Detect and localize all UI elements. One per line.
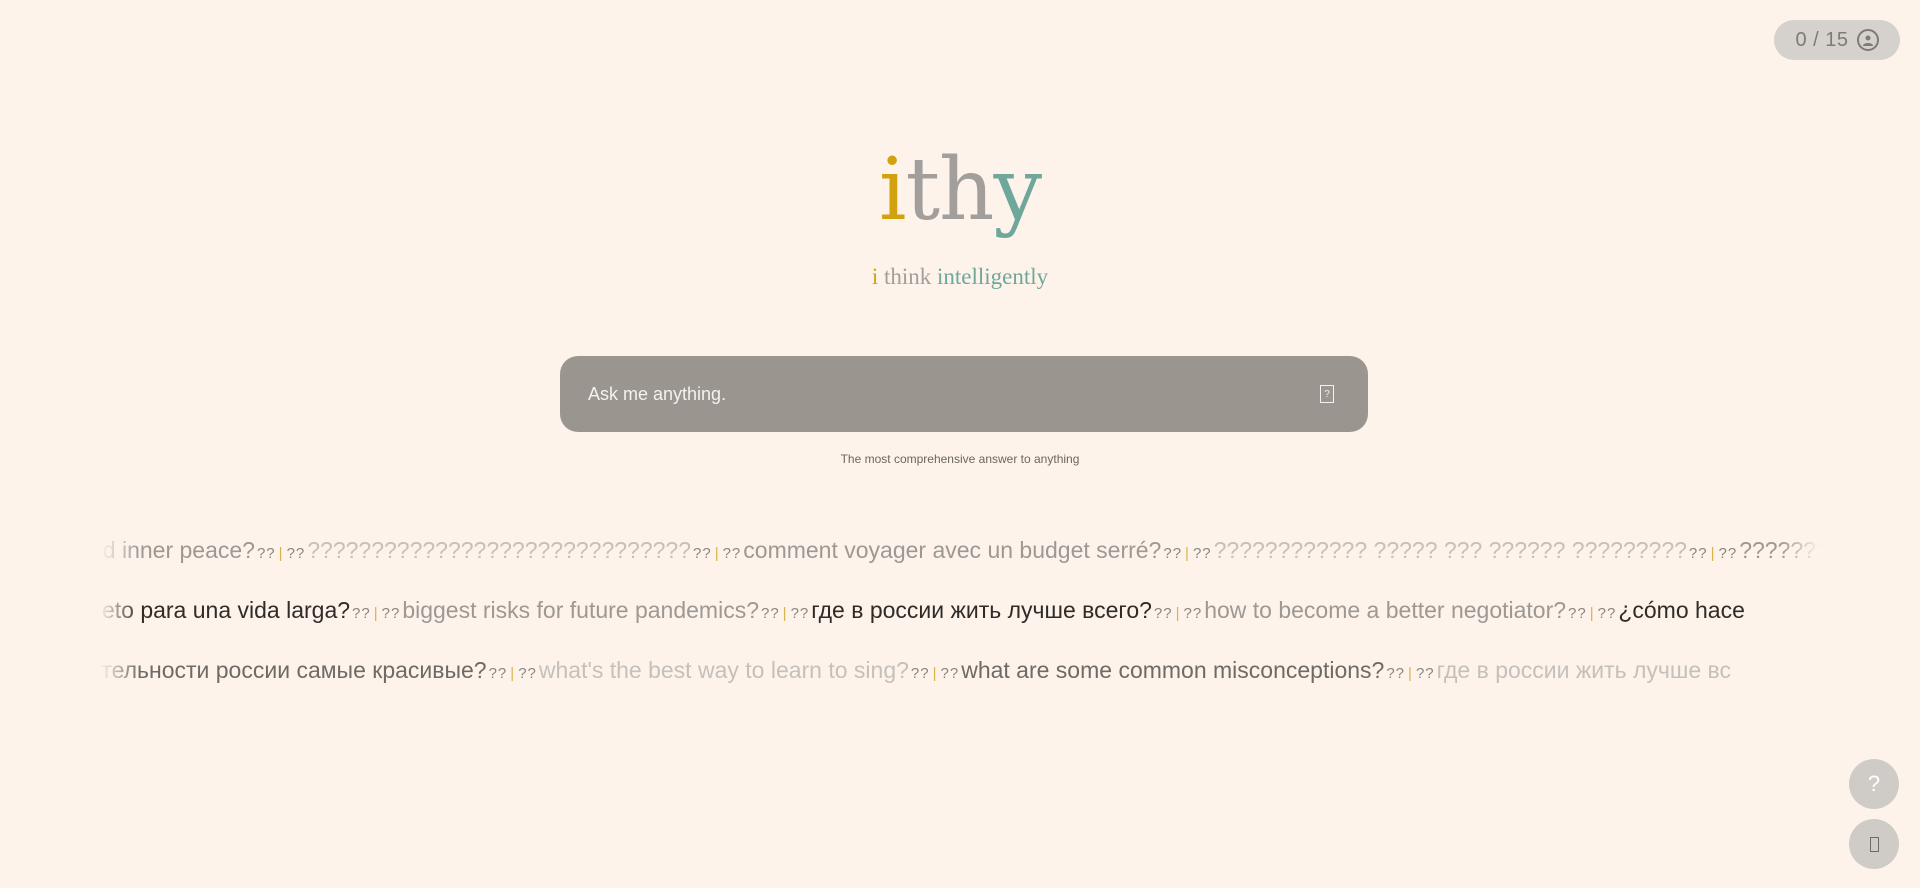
tagline-i: i <box>871 264 879 289</box>
example-question[interactable]: ¿cómo hace <box>1618 597 1745 623</box>
separator-icon: ?? |?? <box>910 665 960 682</box>
example-question[interactable]: где в россии жить лучше вс <box>1437 657 1731 683</box>
search-box[interactable]: ? <box>560 356 1368 432</box>
separator-icon: ?? |?? <box>1568 605 1617 622</box>
logo-letters-th: th <box>905 140 994 240</box>
example-row-3: ечательности россии самые красивые??? |??… <box>100 650 1731 690</box>
example-question[interactable]: comment voyager avec un budget serré? <box>743 537 1161 563</box>
example-question[interactable]: what are some common misconceptions? <box>961 657 1384 683</box>
help-button[interactable]: ? <box>1849 759 1899 809</box>
example-question[interactable]: где в россии жить лучше всего? <box>811 597 1152 623</box>
logo: ithy <box>0 140 1920 240</box>
example-question[interactable]: biggest risks for future pandemics? <box>402 597 759 623</box>
separator-icon: ?? |?? <box>256 545 306 562</box>
separator-icon: ?? |?? <box>1163 545 1212 562</box>
example-question[interactable]: ecreto para una vida larga? <box>100 597 350 623</box>
page: 0 / 15 ithy i think intelligently ? The … <box>0 0 1920 888</box>
account-icon <box>1856 29 1879 51</box>
tagline: i think intelligently <box>0 264 1920 290</box>
chat-button[interactable] <box>1849 819 1899 869</box>
question-icon: ? <box>1867 771 1881 796</box>
example-row-2: ecreto para una vida larga???|??biggest … <box>100 590 1745 630</box>
separator-icon: ?? |?? <box>693 545 742 562</box>
usage-counter-text: 0 / 15 <box>1795 28 1849 51</box>
example-question[interactable]: what's the best way to learn to sing? <box>539 657 909 683</box>
example-question[interactable]: ечательности россии самые красивые? <box>100 657 487 683</box>
logo-letter-i: i <box>878 140 906 240</box>
separator-icon: ?? |?? <box>488 665 537 682</box>
search-input[interactable] <box>586 382 1320 406</box>
example-question[interactable]: ???????????? ????? ??? ?????? ????????? <box>1214 537 1687 563</box>
tagline-think: think <box>883 264 932 289</box>
example-questions: nd inner peace??? |??????????????????????… <box>100 530 1820 690</box>
tagline-intelligently: intelligently <box>937 264 1049 289</box>
search-caption: The most comprehensive answer to anythin… <box>840 452 1080 466</box>
logo-letter-y: y <box>993 140 1042 240</box>
separator-icon: ?? |?? <box>1153 605 1203 622</box>
example-question[interactable]: nd inner peace? <box>100 537 255 563</box>
separator-icon: ?? |?? <box>352 605 401 622</box>
send-icon[interactable]: ? <box>1320 385 1334 403</box>
separator-icon: ?? |?? <box>1386 665 1435 682</box>
example-question[interactable]: how to become a better negotiator? <box>1204 597 1566 623</box>
usage-counter-button[interactable]: 0 / 15 <box>1774 20 1900 60</box>
chat-icon <box>1869 836 1879 852</box>
separator-icon: ?? |?? <box>1688 545 1738 562</box>
example-question[interactable]: ???????? ??????? ????? ???? <box>1739 537 1820 563</box>
separator-icon: ?? |?? <box>760 605 810 622</box>
example-row-1: nd inner peace??? |??????????????????????… <box>100 530 1820 570</box>
example-question[interactable]: ?????????????????????????????? <box>307 537 691 563</box>
